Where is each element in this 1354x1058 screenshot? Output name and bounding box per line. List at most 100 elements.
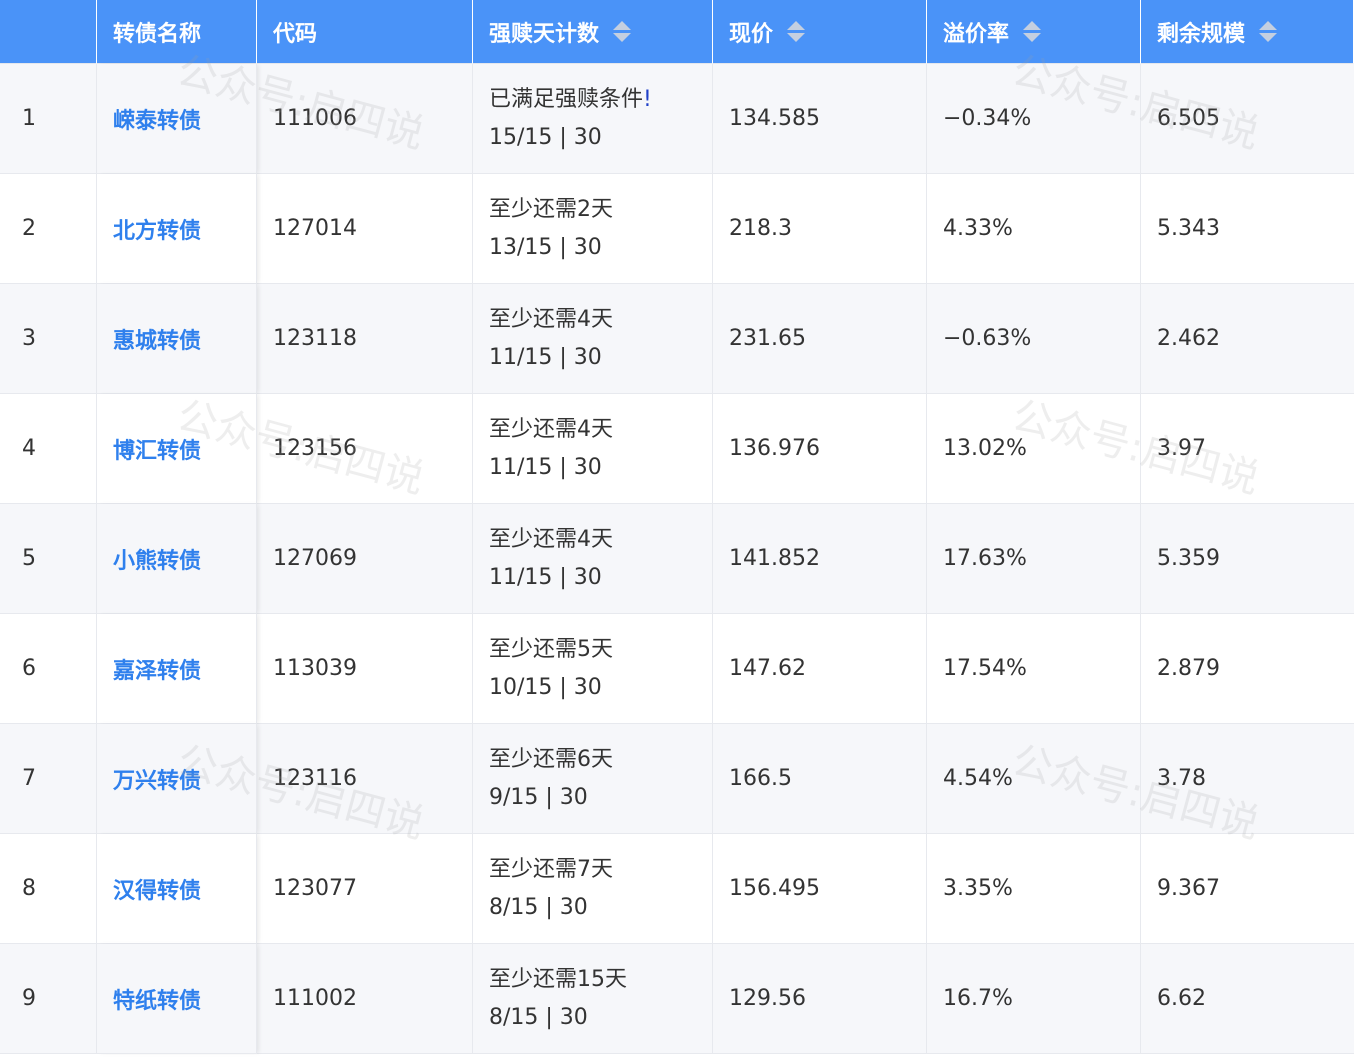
remaining-scale: 3.78 bbox=[1141, 724, 1354, 834]
price: 231.65 bbox=[713, 284, 927, 394]
bond-code: 111006 bbox=[257, 64, 473, 174]
redeem-count: 11/15 | 30 bbox=[489, 564, 602, 590]
header-index bbox=[0, 0, 97, 64]
remaining-scale: 5.343 bbox=[1141, 174, 1354, 284]
redeem-status: 至少还需4天 bbox=[489, 308, 613, 331]
redeem-status: 至少还需7天 bbox=[489, 856, 613, 882]
row-index: 8 bbox=[0, 834, 97, 944]
bond-name-link[interactable]: 小熊转债 bbox=[97, 504, 257, 614]
redeem-status-text: 至少还需15天 bbox=[489, 966, 627, 992]
premium-rate: 17.63% bbox=[927, 504, 1141, 614]
premium-rate: −0.63% bbox=[927, 284, 1141, 394]
row-index: 3 bbox=[0, 284, 97, 394]
redeem-count: 11/15 | 30 bbox=[489, 454, 602, 480]
header-redeem-days-label: 强赎天计数 bbox=[489, 21, 600, 47]
redeem-status-text: 至少还需2天 bbox=[489, 196, 613, 222]
price: 218.3 bbox=[713, 174, 927, 284]
redeem-count: 9/15 | 30 bbox=[489, 784, 588, 810]
redeem-days-cell: 至少还需6天 9/15 | 30 bbox=[473, 724, 713, 834]
row-index: 6 bbox=[0, 614, 97, 724]
redeem-status: 至少还需15天 bbox=[489, 966, 627, 992]
redeem-days-cell: 已满足强赎条件! 15/15 | 30 bbox=[473, 64, 713, 174]
bond-name-link[interactable]: 惠城转债 bbox=[97, 284, 257, 394]
premium-rate: 13.02% bbox=[927, 394, 1141, 504]
premium-rate: 17.54% bbox=[927, 614, 1141, 724]
redeem-status-text: 至少还需7天 bbox=[489, 856, 613, 882]
sort-icon[interactable] bbox=[613, 21, 632, 42]
header-scale-label: 剩余规模 bbox=[1157, 21, 1246, 47]
redeem-days-cell: 至少还需4天 11/15 | 30 bbox=[473, 394, 713, 504]
redeem-status-text: 至少还需4天 bbox=[489, 416, 613, 442]
bond-name-link[interactable]: 嵘泰转债 bbox=[97, 64, 257, 174]
bond-code: 123077 bbox=[257, 834, 473, 944]
price: 156.495 bbox=[713, 834, 927, 944]
header-price[interactable]: 现价 bbox=[713, 0, 927, 64]
bond-code: 123116 bbox=[257, 724, 473, 834]
row-index: 4 bbox=[0, 394, 97, 504]
price: 129.56 bbox=[713, 944, 927, 1054]
header-name-label: 转债名称 bbox=[113, 21, 202, 47]
remaining-scale: 6.505 bbox=[1141, 64, 1354, 174]
header-redeem-days[interactable]: 强赎天计数 bbox=[473, 0, 713, 64]
redeem-mark: ! bbox=[643, 86, 652, 112]
redeem-count: 13/15 | 30 bbox=[489, 234, 602, 260]
bond-code: 113039 bbox=[257, 614, 473, 724]
remaining-scale: 6.62 bbox=[1141, 944, 1354, 1054]
sort-icon[interactable] bbox=[1259, 21, 1278, 42]
header-scale[interactable]: 剩余规模 bbox=[1141, 0, 1354, 64]
bond-name-link[interactable]: 特纸转债 bbox=[97, 944, 257, 1054]
premium-rate: 4.33% bbox=[927, 174, 1141, 284]
price: 147.62 bbox=[713, 614, 927, 724]
premium-rate: −0.34% bbox=[927, 64, 1141, 174]
redeem-days-cell: 至少还需4天 11/15 | 30 bbox=[473, 284, 713, 394]
redeem-count: 8/15 | 30 bbox=[489, 894, 588, 920]
row-index: 2 bbox=[0, 174, 97, 284]
bond-code: 127014 bbox=[257, 174, 473, 284]
premium-rate: 16.7% bbox=[927, 944, 1141, 1054]
redeem-count: 11/15 | 30 bbox=[489, 344, 602, 370]
redeem-status: 至少还需4天 bbox=[489, 526, 613, 552]
redeem-status-text: 已满足强赎条件 bbox=[489, 86, 644, 112]
header-price-label: 现价 bbox=[729, 21, 774, 47]
redeem-status-text: 至少还需6天 bbox=[489, 746, 613, 772]
redeem-status: 已满足强赎条件! bbox=[489, 86, 652, 112]
bond-name-link[interactable]: 博汇转债 bbox=[97, 394, 257, 504]
bond-code: 123156 bbox=[257, 394, 473, 504]
header-premium[interactable]: 溢价率 bbox=[927, 0, 1141, 64]
redeem-count: 10/15 | 30 bbox=[489, 674, 602, 700]
table-grid: 转债名称 代码 强赎天计数 现价 溢价率 剩余规模 1 嵘泰转债 111006 已满足… bbox=[0, 0, 1354, 1054]
bond-name-link[interactable]: 嘉泽转债 bbox=[97, 614, 257, 724]
remaining-scale: 2.462 bbox=[1141, 284, 1354, 394]
redeem-status: 至少还需4天 bbox=[489, 416, 613, 442]
redeem-status-text: 至少还需5天 bbox=[489, 636, 613, 662]
bond-name-link[interactable]: 北方转债 bbox=[97, 174, 257, 284]
header-code[interactable]: 代码 bbox=[257, 0, 473, 64]
premium-rate: 3.35% bbox=[927, 834, 1141, 944]
row-index: 9 bbox=[0, 944, 97, 1054]
bond-code: 127069 bbox=[257, 504, 473, 614]
remaining-scale: 9.367 bbox=[1141, 834, 1354, 944]
premium-rate: 4.54% bbox=[927, 724, 1141, 834]
sort-icon[interactable] bbox=[1023, 21, 1042, 42]
price: 141.852 bbox=[713, 504, 927, 614]
redeem-count: 15/15 | 30 bbox=[489, 124, 602, 150]
redeem-days-cell: 至少还需5天 10/15 | 30 bbox=[473, 614, 713, 724]
header-code-label: 代码 bbox=[273, 21, 318, 47]
redeem-days-cell: 至少还需2天 13/15 | 30 bbox=[473, 174, 713, 284]
bond-name-link[interactable]: 汉得转债 bbox=[97, 834, 257, 944]
header-name[interactable]: 转债名称 bbox=[97, 0, 257, 64]
redeem-days-cell: 至少还需15天 8/15 | 30 bbox=[473, 944, 713, 1054]
row-index: 1 bbox=[0, 64, 97, 174]
header-premium-label: 溢价率 bbox=[943, 21, 1010, 47]
remaining-scale: 3.97 bbox=[1141, 394, 1354, 504]
price: 166.5 bbox=[713, 724, 927, 834]
redeem-status-text: 至少还需4天 bbox=[489, 526, 613, 552]
row-index: 7 bbox=[0, 724, 97, 834]
sort-icon[interactable] bbox=[787, 21, 806, 42]
price: 134.585 bbox=[713, 64, 927, 174]
bond-code: 123118 bbox=[257, 284, 473, 394]
bond-name-link[interactable]: 万兴转债 bbox=[97, 724, 257, 834]
redeem-status: 至少还需6天 bbox=[489, 746, 613, 772]
redeem-count: 8/15 | 30 bbox=[489, 1004, 588, 1030]
price: 136.976 bbox=[713, 394, 927, 504]
